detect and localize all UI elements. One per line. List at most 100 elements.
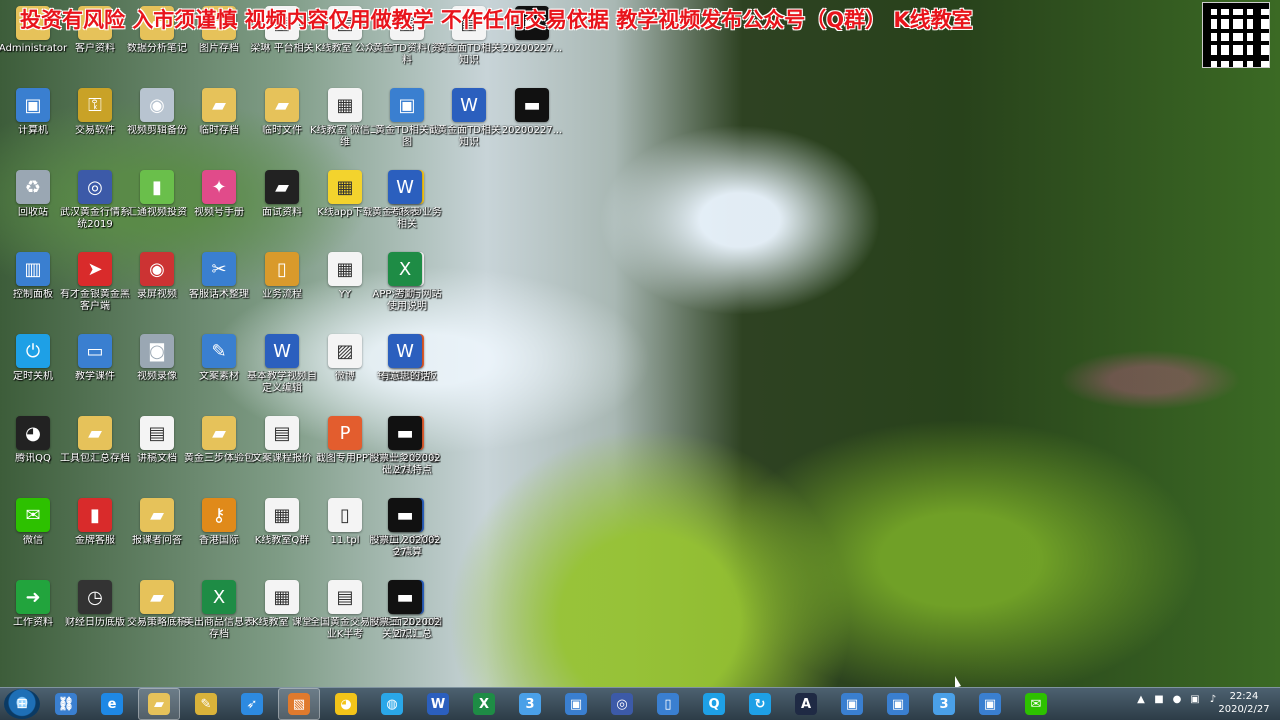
paint-app-icon[interactable]: ▧ (278, 688, 320, 720)
q-browser-icon: Q (703, 693, 725, 715)
pdf-icon: ▤ (328, 580, 362, 614)
desktop-icon-label: 有意思的话 (380, 371, 430, 382)
desktop-icon[interactable]: ▰ 交易策略底稿 (124, 580, 190, 629)
desktop-icon[interactable]: ▰ 临时存档 (186, 88, 252, 137)
globe-icon[interactable]: ◍ (372, 689, 412, 719)
desktop-icon[interactable]: ▬ 股票二 20200227... (369, 498, 441, 559)
desktop-icon[interactable]: ▤ 文案课程报价 (249, 416, 315, 465)
window-switch-icon[interactable]: ▣ (832, 689, 872, 719)
desktop-icon[interactable]: ➤ 有才金银黄金黑客户端 (60, 252, 130, 313)
colorful-wing-icon: ✦ (202, 170, 236, 204)
desktop-icon-label: 股票一 20200227... (369, 453, 441, 476)
desktop-icon[interactable]: W 有意思的话 (372, 334, 438, 383)
circle-logo-icon[interactable]: ◎ (602, 689, 642, 719)
blank-file-icon: ▯ (328, 498, 362, 532)
window-switch-icon[interactable]: ▣ (878, 689, 918, 719)
desktop-icon-label: 香港国际 (199, 535, 239, 546)
tablet-icon[interactable]: ▯ (648, 689, 688, 719)
keys-icon: ⚿ (78, 88, 112, 122)
desktop-icon[interactable]: ◎ 武汉黄金行情系统2019 (60, 170, 130, 231)
desktop-icon[interactable]: ▰ 临时文件 (249, 88, 315, 137)
desktop-icon[interactable]: ▰ 黄金三步体验包 (184, 416, 254, 465)
desktop-icon[interactable]: ◕ 腾讯QQ (0, 416, 66, 465)
q-browser-icon[interactable]: Q (694, 689, 734, 719)
wechat-icon[interactable]: ✉ (1016, 689, 1056, 719)
excel-doc-icon: X (388, 252, 422, 286)
desktop-icon[interactable]: ▦ K线教室 微信二维 (310, 88, 380, 149)
desktop-icon[interactable]: ♻ 回收站 (0, 170, 66, 219)
desktop-icon[interactable]: ▬ 20200227... (499, 88, 565, 137)
tray-app-icon[interactable]: ● (1170, 692, 1184, 706)
red-book-icon: ▮ (78, 498, 112, 532)
desktop-icon[interactable]: ▥ 控制面板 (0, 252, 66, 301)
desktop-icon[interactable]: ▣ 计算机 (0, 88, 66, 137)
key-icon: ⚷ (202, 498, 236, 532)
desktop-icon[interactable]: W 基本教学视频自定义编辑 (247, 334, 317, 395)
taskbar-clock[interactable]: 22:24 2020/2/27 (1216, 690, 1272, 716)
desktop-icon[interactable]: ▤ 讲稿文档 (124, 416, 190, 465)
word-icon[interactable]: W (418, 689, 458, 719)
qq-icon[interactable]: ◕ (326, 689, 366, 719)
start-button[interactable]: ⊞ (4, 689, 40, 719)
number-three-icon[interactable]: 3 (510, 689, 550, 719)
desktop-icon[interactable]: ▦ K线教室 课堂 (249, 580, 315, 629)
desktop-icon[interactable]: ➜ 工作资料 (0, 580, 66, 629)
desktop-icon[interactable]: ◉ 录屏视频 (124, 252, 190, 301)
desktop-icon[interactable]: ✉ 微信 (0, 498, 66, 547)
excel-icon: X (473, 693, 495, 715)
refresh-app-icon[interactable]: ↻ (740, 689, 780, 719)
ie-browser-icon[interactable]: e (92, 689, 132, 719)
desktop-icon-label: 面试资料 (262, 207, 302, 218)
qr-code-icon: ▦ (265, 498, 299, 532)
a-font-icon[interactable]: A (786, 689, 826, 719)
black-image-icon: ▬ (388, 416, 422, 450)
network-icon[interactable]: ⛓ (46, 689, 86, 719)
tray-app-icon[interactable]: ■ (1152, 692, 1166, 706)
brush-icon[interactable]: ✎ (186, 689, 226, 719)
feather-icon: ➶ (241, 693, 263, 715)
desktop-icon[interactable]: ▮ 汇通视频投资 (124, 170, 190, 219)
feather-icon[interactable]: ➶ (232, 689, 272, 719)
desktop-icon[interactable]: ▣ 黄金TD相关截图 (374, 88, 440, 149)
tray-arrow-icon[interactable]: ▲ (1134, 692, 1148, 706)
folder-icon: ▰ (140, 498, 174, 532)
qq-icon: ◕ (335, 693, 357, 715)
desktop-icon[interactable]: ⚷ 香港国际 (186, 498, 252, 547)
desktop-icon[interactable]: ▦ K线教室Q群 (249, 498, 315, 547)
clock-icon: ◷ (78, 580, 112, 614)
desktop-icon-label: 临时文件 (262, 125, 302, 136)
excel-icon[interactable]: X (464, 689, 504, 719)
desktop-icon[interactable]: ◙ 视频录像 (124, 334, 190, 383)
tray-network-icon[interactable]: ▣ (1188, 692, 1202, 706)
desktop-icon[interactable]: ▰ 工具包汇总存档 (60, 416, 130, 465)
desktop-icon[interactable]: ◉ 视频剪辑备份 (124, 88, 190, 137)
wechat-icon: ✉ (1025, 693, 1047, 715)
desktop-icon[interactable]: ✂ 客服话术整理 (186, 252, 252, 301)
window-switch-icon: ▣ (565, 693, 587, 715)
desktop-icon[interactable]: ▭ 教学课件 (62, 334, 128, 383)
desktop-icon[interactable]: ▬ 股票三 20200227... (369, 580, 441, 641)
desktop-icon-label: 文案素材 (199, 371, 239, 382)
image-icon: ▨ (328, 334, 362, 368)
desktop-icon[interactable]: ✎ 文案素材 (186, 334, 252, 383)
window-switch-icon[interactable]: ▣ (970, 689, 1010, 719)
desktop-icon[interactable]: ▰ 面试资料 (249, 170, 315, 219)
desktop-icon[interactable]: ▰ 报课者问答 (124, 498, 190, 547)
desktop-icon[interactable]: X 考勤 (372, 252, 438, 301)
window-switch-icon: ▣ (887, 693, 909, 715)
window-switch-icon[interactable]: ▣ (556, 689, 596, 719)
desktop-icon[interactable]: X 美出商品信息表存档 (184, 580, 254, 641)
desktop-icon[interactable]: W 考核表 (372, 170, 438, 219)
desktop-icon[interactable]: W 黄金面TD相关知识 (436, 88, 502, 149)
desktop-icon[interactable]: ▬ 股票一 20200227... (369, 416, 441, 477)
desktop-icon[interactable]: ⏻ 定时关机 (0, 334, 66, 383)
desktop-icon[interactable]: ✦ 视频号手册 (186, 170, 252, 219)
qr-code-icon: ▦ (265, 580, 299, 614)
desktop-icon[interactable]: ◷ 财经日历底版 (62, 580, 128, 629)
desktop-icon[interactable]: ▯ 业务流程 (249, 252, 315, 301)
power-icon: ⏻ (16, 334, 50, 368)
desktop-icon[interactable]: ▮ 金牌客服 (62, 498, 128, 547)
desktop-icon[interactable]: ⚿ 交易软件 (62, 88, 128, 137)
file-explorer-icon[interactable]: ▰ (138, 688, 180, 720)
number-three-icon[interactable]: 3 (924, 689, 964, 719)
